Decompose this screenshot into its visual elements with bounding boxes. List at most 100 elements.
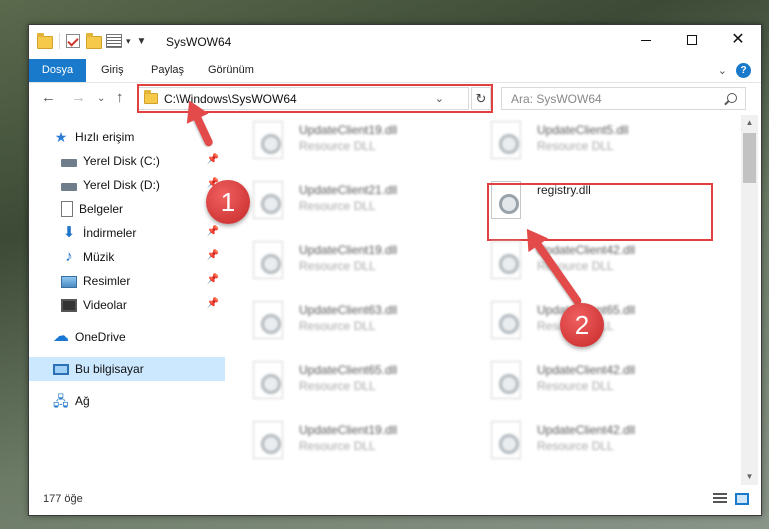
sidebar-item-local-disk-d[interactable]: Yerel Disk (D:) 📌 — [29, 173, 225, 197]
scroll-down-icon[interactable]: ▼ — [741, 469, 758, 485]
list-item[interactable]: UpdateClient42.dll Resource DLL — [463, 355, 683, 411]
file-type: Resource DLL — [299, 439, 376, 453]
list-item[interactable]: UpdateClient65.dll Resource DLL — [225, 355, 445, 411]
tab-file[interactable]: Dosya — [29, 59, 86, 82]
chevron-down-icon[interactable]: ▾ — [126, 36, 131, 47]
refresh-icon: ↻ — [475, 91, 487, 106]
sidebar-item-local-disk-c[interactable]: Yerel Disk (C:) 📌 — [29, 149, 225, 173]
refresh-button[interactable]: ↻ — [471, 87, 491, 110]
list-item[interactable]: UpdateClient19.dll Resource DLL — [225, 115, 445, 171]
sidebar-item-label: Müzik — [83, 250, 115, 264]
sidebar-item-onedrive[interactable]: ☁ OneDrive — [29, 325, 225, 349]
details-view-icon[interactable] — [713, 493, 727, 505]
list-item[interactable]: UpdateClient42.dll Resource DLL — [463, 415, 683, 471]
recent-locations-icon[interactable]: ⌄ — [97, 93, 105, 104]
scroll-up-icon[interactable]: ▲ — [741, 115, 758, 131]
close-button[interactable]: ✕ — [715, 25, 761, 55]
explorer-window: ▾ ▼ SysWOW64 ✕ Dosya Giriş Paylaş Görünü… — [28, 24, 762, 516]
tab-view[interactable]: Görünüm — [208, 59, 254, 82]
pin-icon[interactable]: 📌 — [207, 154, 219, 165]
file-type: Resource DLL — [299, 319, 376, 333]
expand-ribbon-icon[interactable]: ⌄ — [718, 64, 727, 77]
sidebar-item-label: Yerel Disk (D:) — [83, 178, 160, 192]
scroll-thumb[interactable] — [743, 133, 756, 183]
pin-icon[interactable]: 📌 — [207, 250, 219, 261]
file-name: UpdateClient19.dll — [299, 123, 398, 137]
dll-file-icon — [253, 181, 283, 219]
sidebar-item-label: Yerel Disk (C:) — [83, 154, 160, 168]
forward-arrow-icon[interactable]: → — [71, 89, 86, 106]
list-item[interactable]: UpdateClient19.dll Resource DLL — [225, 235, 445, 291]
pin-icon[interactable]: 📌 — [207, 298, 219, 309]
list-item[interactable]: UpdateClient5.dll Resource DLL — [463, 115, 683, 171]
sidebar-item-pictures[interactable]: Resimler 📌 — [29, 269, 225, 293]
sidebar-item-label: Ağ — [75, 394, 90, 408]
sidebar-item-label: İndirmeler — [83, 226, 137, 240]
file-name: UpdateClient42.dll — [537, 423, 636, 437]
window-title: SysWOW64 — [166, 35, 232, 49]
navigation-pane: ★ Hızlı erişim Yerel Disk (C:) 📌 Yerel D… — [29, 115, 225, 485]
drive-icon — [61, 183, 77, 191]
tab-home[interactable]: Giriş — [101, 59, 124, 82]
file-type: Resource DLL — [537, 439, 614, 453]
file-name: UpdateClient63.dll — [299, 303, 398, 317]
dll-file-icon — [491, 361, 521, 399]
customize-toolbar-icon[interactable]: ▼ — [137, 36, 147, 47]
title-bar: ▾ ▼ SysWOW64 ✕ — [29, 25, 761, 59]
file-name: UpdateClient5.dll — [537, 123, 629, 137]
back-arrow-icon[interactable]: ← — [41, 89, 56, 106]
window-controls: ✕ — [623, 25, 761, 55]
view-properties-icon[interactable] — [106, 33, 122, 49]
item-count: 177 öğe — [43, 493, 83, 505]
up-arrow-icon[interactable]: ↑ — [116, 89, 124, 106]
sidebar-item-network[interactable]: 🖧 Ağ — [29, 389, 225, 413]
help-icon[interactable]: ? — [736, 63, 751, 78]
dll-file-icon — [491, 121, 521, 159]
tab-share[interactable]: Paylaş — [151, 59, 184, 82]
sidebar-item-label: Bu bilgisayar — [75, 362, 144, 376]
star-icon: ★ — [54, 129, 68, 145]
pin-icon[interactable]: 📌 — [207, 274, 219, 285]
sidebar-item-quick-access[interactable]: ★ Hızlı erişim — [29, 125, 225, 149]
dll-file-icon — [491, 241, 521, 279]
sidebar-item-videos[interactable]: Videolar 📌 — [29, 293, 225, 317]
navigation-bar: ← → ⌄ ↑ C:\Windows\SysWOW64 ⌄ ↻ Ara: Sys… — [29, 83, 761, 115]
sidebar-item-downloads[interactable]: ⬇ İndirmeler 📌 — [29, 221, 225, 245]
quick-access-toolbar: ▾ ▼ — [37, 33, 146, 49]
list-item[interactable]: UpdateClient42.dll Resource DLL — [463, 235, 683, 291]
status-bar: 177 öğe — [29, 485, 761, 515]
step-badge-2: 2 — [560, 303, 604, 347]
sidebar-item-this-pc[interactable]: Bu bilgisayar — [29, 357, 225, 381]
large-icons-view-icon[interactable] — [735, 493, 749, 505]
close-icon: ✕ — [731, 31, 745, 48]
minimize-button[interactable] — [623, 25, 669, 55]
dll-file-icon — [253, 301, 283, 339]
maximize-button[interactable] — [669, 25, 715, 55]
properties-check-icon[interactable] — [66, 33, 82, 49]
download-icon: ⬇ — [62, 224, 76, 241]
vertical-scrollbar[interactable]: ▲ ▼ — [741, 115, 758, 485]
list-item[interactable]: UpdateClient19.dll Resource DLL — [225, 415, 445, 471]
onedrive-icon: ☁ — [53, 328, 69, 345]
file-name: UpdateClient21.dll — [299, 183, 398, 197]
list-item[interactable]: UpdateClient63.dll Resource DLL — [225, 295, 445, 351]
dll-file-icon — [491, 301, 521, 339]
search-icon — [727, 93, 737, 103]
file-name: UpdateClient19.dll — [299, 243, 398, 257]
list-item[interactable]: UpdateClient21.dll Resource DLL — [225, 175, 445, 231]
sidebar-item-documents[interactable]: Belgeler 📌 — [29, 197, 225, 221]
sidebar-item-label: Hızlı erişim — [75, 130, 135, 144]
pin-icon[interactable]: 📌 — [207, 226, 219, 237]
sidebar-item-music[interactable]: ♪ Müzik 📌 — [29, 245, 225, 269]
file-type: Resource DLL — [299, 139, 376, 153]
documents-icon — [61, 201, 73, 217]
minimize-icon — [641, 39, 651, 41]
ribbon-tabs: Dosya Giriş Paylaş Görünüm ⌄ ? — [29, 59, 761, 83]
dll-file-icon — [253, 121, 283, 159]
network-icon: 🖧 — [53, 393, 69, 409]
file-type: Resource DLL — [537, 379, 614, 393]
dll-file-icon — [253, 241, 283, 279]
maximize-icon — [687, 35, 697, 45]
search-input[interactable]: Ara: SysWOW64 — [501, 87, 746, 110]
new-folder-icon[interactable] — [86, 33, 102, 49]
